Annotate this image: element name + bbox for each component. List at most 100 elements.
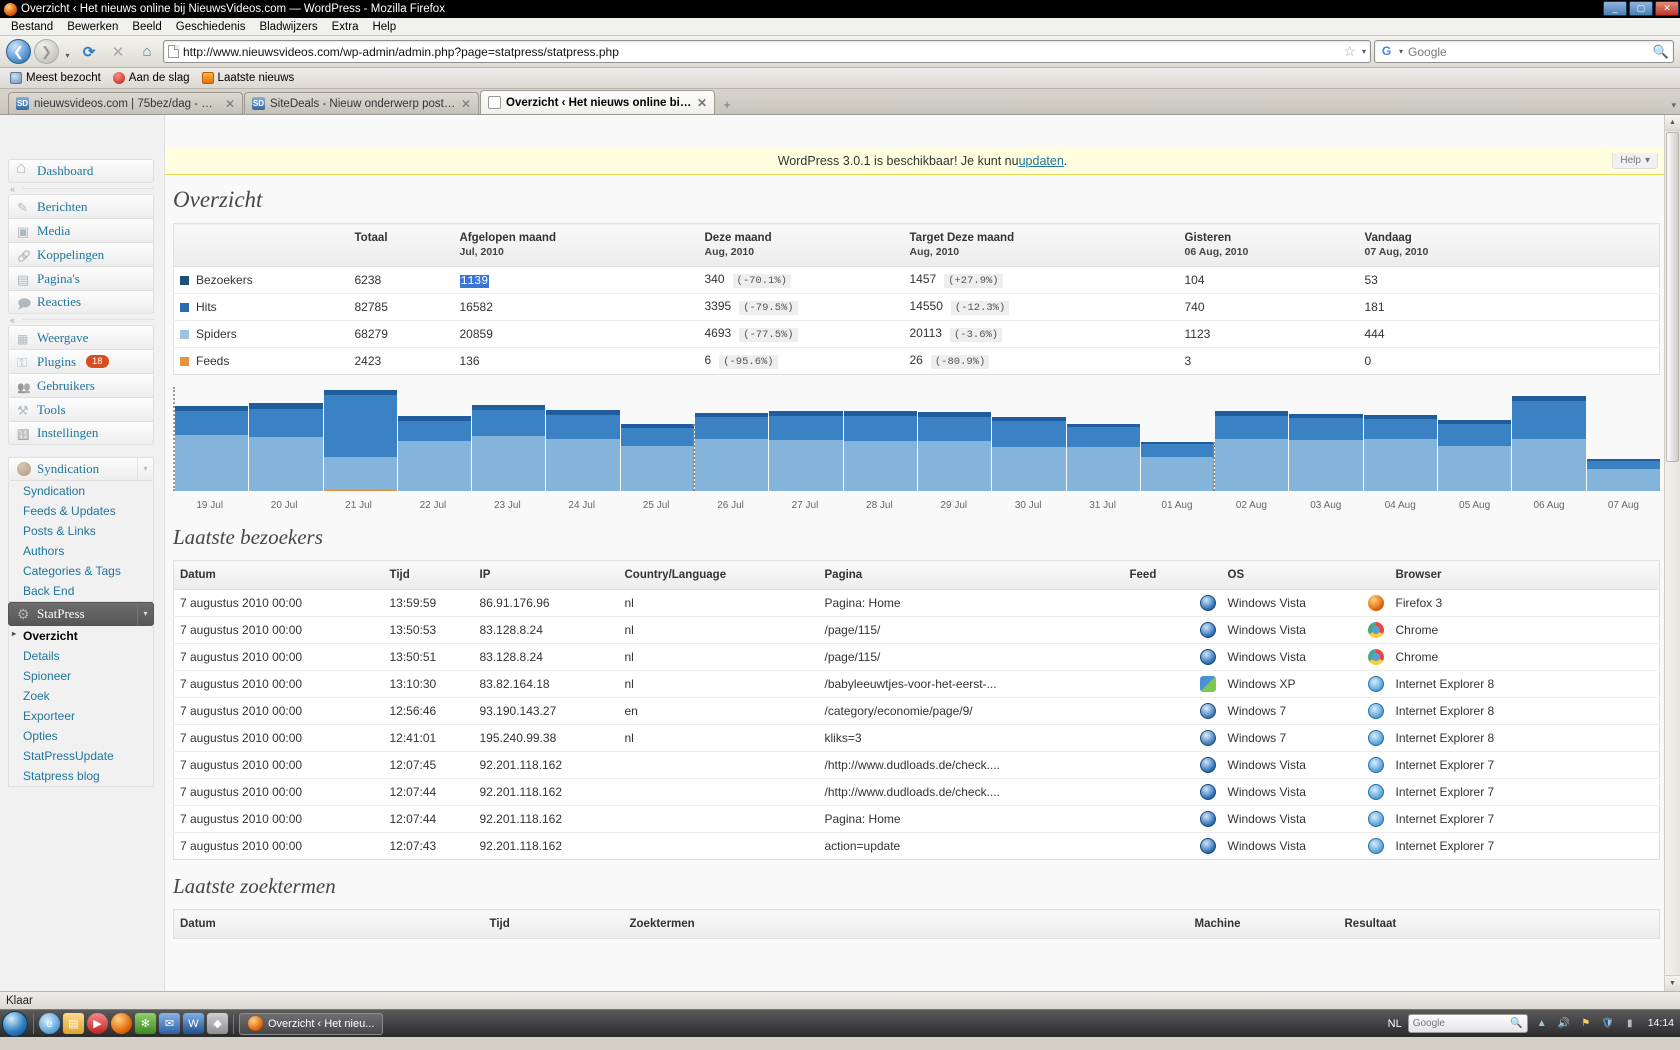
menu-bestand[interactable]: Bestand [4, 20, 60, 34]
chart-bar [917, 412, 992, 491]
action-center-icon[interactable]: ⚑ [1578, 1016, 1594, 1032]
search-icon[interactable]: 🔍 [1653, 44, 1669, 60]
maximize-button[interactable]: ▢ [1629, 1, 1653, 16]
sidebar-item-dashboard[interactable]: Dashboard [8, 158, 154, 183]
sidebar-item-weergave[interactable]: Weergave [8, 325, 154, 349]
battery-icon[interactable]: ▮ [1622, 1016, 1638, 1032]
visitor-browser-icon-cell [1361, 616, 1390, 644]
media-player-icon[interactable]: ▶ [87, 1013, 108, 1034]
explorer-icon[interactable]: ▤ [63, 1013, 84, 1034]
scroll-down-icon[interactable]: ▼ [1665, 975, 1680, 991]
desktop-search-bar[interactable]: Google 🔍 [1407, 1014, 1528, 1033]
menu-bewerken[interactable]: Bewerken [60, 20, 125, 34]
language-indicator[interactable]: NL [1388, 1018, 1402, 1030]
tab-overzicht[interactable]: Overzicht ‹ Het nieuws online bij ... ✕ [480, 90, 715, 114]
submenu-item-authors[interactable]: Authors [9, 541, 153, 561]
home-icon[interactable]: ⌂ [134, 39, 160, 65]
bookmark-most-visited[interactable]: Meest bezocht [6, 71, 105, 85]
selected-value[interactable]: 1139 [459, 274, 490, 288]
collapse-divider-1[interactable]: « [0, 183, 164, 194]
shield-icon[interactable]: 🛡 [1600, 1016, 1616, 1032]
visitor-os-cell: Windows Vista [1221, 751, 1362, 779]
minimize-button[interactable]: _ [1603, 1, 1627, 16]
sidebar-item-berichten[interactable]: Berichten [8, 194, 154, 218]
submenu-item-statpressupdate[interactable]: StatPressUpdate [9, 746, 153, 766]
metric-name-cell: Bezoekers [173, 266, 349, 294]
menu-bladwijzers[interactable]: Bladwijzers [252, 20, 324, 34]
firefox-icon [1367, 595, 1384, 611]
outlook-icon[interactable]: ✉ [159, 1013, 180, 1034]
submenu-item-posts-links[interactable]: Posts & Links [9, 521, 153, 541]
app-icon[interactable]: ◆ [207, 1013, 228, 1034]
google-icon[interactable]: G [1379, 44, 1394, 59]
visitor-ip-cell: 83.128.8.24 [473, 643, 619, 671]
collapse-divider-2[interactable]: « [0, 314, 164, 325]
taskbar-clock[interactable]: 14:14 [1644, 1017, 1674, 1030]
taskbar-window-firefox[interactable]: Overzicht ‹ Het nieu... [239, 1012, 384, 1035]
sidebar-item-tools[interactable]: Tools [8, 397, 154, 421]
url-bar[interactable]: http://www.nieuwsvideos.com/wp-admin/adm… [163, 40, 1371, 63]
help-button[interactable]: Help ▾ [1612, 153, 1658, 169]
sidebar-item-plugins[interactable]: Plugins 18 [8, 349, 154, 373]
sidebar-item-syndication[interactable]: Syndication ▾ [8, 457, 154, 481]
sidebar-item-gebruikers[interactable]: Gebruikers [8, 373, 154, 397]
tab-sitedeals[interactable]: SD SiteDeals - Nieuw onderwerp posten ✕ [244, 92, 479, 114]
submenu-item-exporteer[interactable]: Exporteer [9, 706, 153, 726]
nav-history-dropdown-icon[interactable]: ▾ [62, 39, 73, 64]
submenu-item-feeds-updates[interactable]: Feeds & Updates [9, 501, 153, 521]
sidebar-item-instellingen[interactable]: Instellingen [8, 421, 154, 445]
word-icon[interactable]: W [183, 1013, 204, 1034]
page-scrollbar[interactable]: ▲ ▼ [1664, 115, 1680, 991]
forward-arrow-icon[interactable]: ❯ [34, 39, 59, 64]
submenu-item-zoek[interactable]: Zoek [9, 686, 153, 706]
tab-nieuwsvideos[interactable]: SD nieuwsvideos.com | 75bez/dag - Sit...… [8, 92, 243, 114]
update-link[interactable]: updaten [1019, 154, 1064, 168]
bookmark-getting-started[interactable]: Aan de slag [109, 71, 194, 85]
sidebar-item-statpress[interactable]: StatPress ▾ [8, 602, 154, 626]
close-button[interactable]: ✕ [1655, 1, 1679, 16]
search-input[interactable]: Google [1408, 45, 1648, 59]
close-icon[interactable]: ✕ [697, 96, 707, 110]
windows-start-orb[interactable] [2, 1010, 28, 1037]
chevron-down-icon[interactable]: ▾ [137, 603, 153, 625]
reload-icon[interactable]: ⟳ [76, 39, 102, 65]
url-dropdown-icon[interactable]: ▾ [1360, 47, 1366, 56]
close-icon[interactable]: ✕ [225, 97, 235, 111]
network-icon[interactable]: ▲ [1534, 1016, 1550, 1032]
menu-extra[interactable]: Extra [325, 20, 366, 34]
submenu-item-opties[interactable]: Opties [9, 726, 153, 746]
back-arrow-icon[interactable]: ❮ [6, 39, 31, 64]
stop-icon[interactable]: ✕ [105, 39, 131, 65]
menu-geschiedenis[interactable]: Geschiedenis [169, 20, 253, 34]
menu-beeld[interactable]: Beeld [125, 20, 168, 34]
submenu-item-statpress-blog[interactable]: Statpress blog [9, 766, 153, 786]
search-icon[interactable]: 🔍 [1510, 1018, 1522, 1029]
search-engine-dropdown-icon[interactable]: ▾ [1399, 47, 1403, 56]
menu-help[interactable]: Help [365, 20, 403, 34]
sidebar-item-media[interactable]: Media [8, 218, 154, 242]
search-bar[interactable]: G ▾ Google 🔍 [1374, 40, 1674, 63]
msn-icon[interactable]: ✻ [135, 1013, 156, 1034]
submenu-item-overzicht[interactable]: Overzicht [9, 626, 153, 646]
tab-list-icon[interactable]: ▾ [1671, 100, 1676, 111]
url-text[interactable]: http://www.nieuwsvideos.com/wp-admin/adm… [183, 45, 1339, 59]
new-tab-button[interactable]: + [716, 94, 738, 114]
submenu-item-details[interactable]: Details [9, 646, 153, 666]
chevron-down-icon[interactable]: ▾ [137, 458, 153, 480]
bookmark-star-icon[interactable]: ☆ [1343, 43, 1356, 60]
submenu-item-syndication[interactable]: Syndication [9, 481, 153, 501]
firefox-icon[interactable] [111, 1013, 132, 1034]
volume-icon[interactable]: 🔊 [1556, 1016, 1572, 1032]
ie-icon[interactable]: e [39, 1013, 60, 1034]
scroll-up-icon[interactable]: ▲ [1665, 115, 1680, 131]
bookmark-latest-news[interactable]: Laatste nieuws [198, 71, 299, 85]
close-icon[interactable]: ✕ [461, 97, 471, 111]
sidebar-item-reacties[interactable]: Reacties [8, 290, 154, 314]
sidebar-item-paginas[interactable]: Pagina's [8, 266, 154, 290]
scrollbar-thumb[interactable] [1666, 132, 1679, 462]
submenu-item-spioneer[interactable]: Spioneer [9, 666, 153, 686]
sidebar-item-koppelingen[interactable]: Koppelingen [8, 242, 154, 266]
submenu-item-back-end[interactable]: Back End [9, 581, 153, 601]
legend-swatch [180, 303, 189, 312]
submenu-item-categories-tags[interactable]: Categories & Tags [9, 561, 153, 581]
